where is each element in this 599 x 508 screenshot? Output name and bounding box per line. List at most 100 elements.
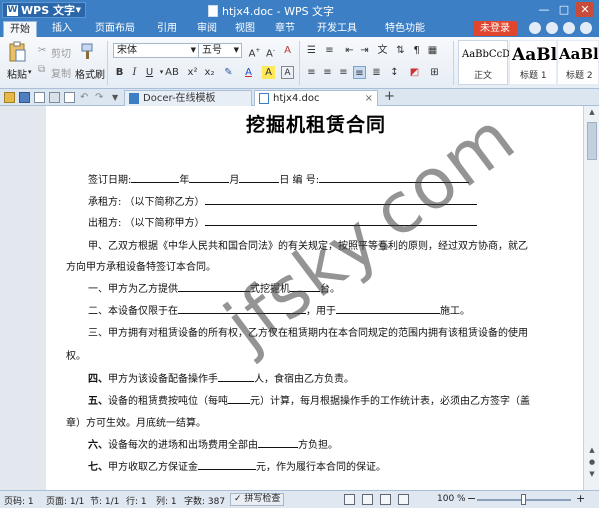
export-pdf-icon[interactable]	[34, 92, 45, 103]
zoom-in-icon[interactable]: +	[576, 492, 585, 505]
outline-view-icon[interactable]	[362, 494, 373, 505]
subscript-icon[interactable]: x₂	[203, 66, 216, 79]
vertical-scrollbar[interactable]: ▲ ▲ ● ▼	[583, 106, 599, 490]
status-page: 页码: 1	[4, 497, 34, 507]
style-heading-2[interactable]: AaBl 标题 2	[557, 40, 599, 85]
paste-dropdown-icon[interactable]: ▾	[28, 68, 32, 76]
line-spacing-icon[interactable]: ↕	[388, 66, 401, 79]
distributed-icon[interactable]: ≣	[370, 66, 383, 79]
cut-button[interactable]: 剪切	[51, 45, 71, 60]
align-left-icon[interactable]: ≡	[305, 66, 318, 79]
new-tab-button[interactable]: +	[384, 89, 395, 104]
wps-app-menu-button[interactable]: W WPS 文字 ▼	[2, 2, 86, 18]
web-view-icon[interactable]	[380, 494, 391, 505]
superscript-icon[interactable]: x²	[186, 66, 199, 79]
bullets-icon[interactable]: ☰	[305, 44, 318, 57]
paste-button[interactable]: 粘贴	[7, 66, 27, 81]
redo-icon[interactable]: ↷	[95, 92, 106, 103]
copy-button[interactable]: 复制	[51, 65, 71, 80]
save-icon[interactable]	[19, 92, 30, 103]
tab-developer[interactable]: 开发工具	[308, 21, 366, 37]
align-center-icon[interactable]: ≡	[321, 66, 334, 79]
cut-icon[interactable]: ✂	[38, 45, 46, 56]
scroll-down-page-icon[interactable]: ▼	[584, 470, 599, 482]
window-title-text: htjx4.doc - WPS 文字	[222, 5, 335, 18]
tab-label: Docer-在线模板	[143, 93, 216, 104]
tab-insert[interactable]: 插入	[45, 21, 79, 37]
tab-view[interactable]: 视图	[228, 21, 262, 37]
customize-toolbar-icon[interactable]: ▼	[112, 92, 123, 103]
borders-icon[interactable]: ⊞	[428, 66, 441, 79]
scroll-up-page-icon[interactable]: ▲	[584, 446, 599, 458]
page-view-icon[interactable]	[344, 494, 355, 505]
paste-icon[interactable]	[8, 41, 26, 63]
zoom-out-icon[interactable]: −	[467, 492, 476, 505]
style-heading-1[interactable]: AaBl 标题 1	[509, 40, 557, 85]
strikethrough-icon[interactable]: AB	[163, 66, 181, 79]
chevron-down-icon: ▼	[75, 6, 81, 14]
tab-review[interactable]: 审阅	[190, 21, 224, 37]
text-highlight-icon[interactable]: ✎	[222, 66, 235, 79]
italic-icon[interactable]: I	[128, 66, 141, 79]
copy-icon[interactable]: ⧉	[38, 64, 45, 75]
tab-home[interactable]: 开始	[3, 21, 37, 37]
style-sample: AaBl	[512, 45, 558, 65]
select-browse-icon[interactable]: ●	[584, 458, 599, 470]
show-marks-icon[interactable]: ¶	[410, 44, 423, 57]
text: 元，作为履行本合同的保证。	[256, 462, 386, 473]
collapse-ribbon-icon[interactable]	[580, 22, 592, 34]
text: 方负担。	[298, 440, 338, 451]
align-right-icon[interactable]: ≡	[337, 66, 350, 79]
login-button[interactable]: 未登录	[473, 21, 517, 36]
close-tab-icon[interactable]: ×	[365, 91, 373, 106]
spell-check-button[interactable]: ✓ 拼写检查	[230, 493, 285, 506]
minimize-button[interactable]: —	[535, 2, 553, 17]
scrollbar-thumb[interactable]	[587, 122, 597, 160]
reading-view-icon[interactable]	[398, 494, 409, 505]
undo-icon[interactable]: ↶	[80, 92, 91, 103]
scroll-up-icon[interactable]: ▲	[584, 108, 599, 120]
help-icon[interactable]	[546, 22, 558, 34]
clause-5-cont: 章）方可生效。月底统一结算。	[66, 418, 206, 429]
shrink-font-icon[interactable]: A-	[264, 44, 277, 59]
zoom-level[interactable]: 100 %	[437, 494, 466, 504]
increase-indent-icon[interactable]: ⇥	[358, 44, 371, 57]
print-icon[interactable]	[49, 92, 60, 103]
grow-font-icon[interactable]: A+	[248, 44, 261, 59]
table-icon[interactable]: ▦	[426, 44, 439, 57]
close-button[interactable]: ✕	[576, 2, 594, 17]
maximize-button[interactable]: □	[555, 2, 573, 17]
font-size-select[interactable]: 五号 ▼	[198, 43, 242, 58]
numbering-icon[interactable]: ≡	[323, 44, 336, 57]
shading-icon[interactable]: ◩	[408, 66, 421, 79]
settings-icon[interactable]	[563, 22, 575, 34]
tab-docer-templates[interactable]: Docer-在线模板	[124, 90, 252, 106]
font-color-icon[interactable]: A	[242, 66, 255, 79]
chinese-layout-icon[interactable]: 文	[376, 44, 389, 57]
status-word-count[interactable]: 字数: 387	[184, 494, 225, 507]
highlight-color-icon[interactable]: A	[262, 66, 275, 79]
format-painter-button[interactable]: 格式刷	[75, 66, 105, 81]
bold-icon[interactable]: B	[113, 66, 126, 79]
font-name-select[interactable]: 宋体 ▼	[113, 43, 199, 58]
tab-page-layout[interactable]: 页面布局	[90, 21, 140, 37]
print-preview-icon[interactable]	[64, 92, 75, 103]
justify-icon[interactable]: ≡	[353, 66, 366, 79]
tab-special-features[interactable]: 特色功能	[376, 21, 434, 37]
text: 日 编 号:	[279, 175, 320, 186]
zoom-slider-thumb[interactable]	[521, 494, 526, 505]
style-normal[interactable]: AaBbCcDd 正文	[458, 40, 517, 85]
format-painter-icon[interactable]	[80, 43, 94, 61]
text: 六、	[88, 440, 108, 451]
sort-icon[interactable]: ⇅	[394, 44, 407, 57]
skin-icon[interactable]	[529, 22, 541, 34]
style-label: 正文	[474, 71, 493, 81]
tab-references[interactable]: 引用	[150, 21, 184, 37]
tab-chapter[interactable]: 章节	[268, 21, 302, 37]
char-border-icon[interactable]: A	[281, 66, 294, 79]
clear-format-icon[interactable]: A	[281, 44, 294, 57]
decrease-indent-icon[interactable]: ⇤	[343, 44, 356, 57]
open-folder-icon[interactable]	[4, 92, 15, 103]
title-bar: W WPS 文字 ▼ htjx4.doc - WPS 文字 — □ ✕	[0, 0, 599, 20]
tab-document-htjx4[interactable]: htjx4.doc ×	[254, 90, 378, 106]
